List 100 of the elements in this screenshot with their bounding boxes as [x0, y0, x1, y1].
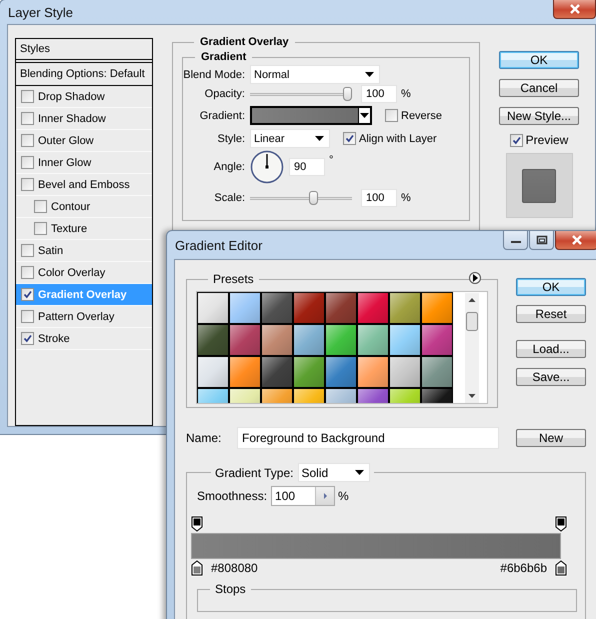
- unit-label: %: [401, 88, 411, 100]
- dialog-button[interactable]: New Style...: [499, 107, 579, 125]
- gradient-swatch[interactable]: [422, 293, 452, 323]
- name-field[interactable]: Foreground to Background: [237, 427, 499, 449]
- blend-mode-dropdown[interactable]: Normal: [250, 65, 380, 84]
- style-list-item[interactable]: Pattern Overlay: [16, 306, 152, 328]
- gradient-swatch[interactable]: [230, 325, 260, 355]
- field-label: Opacity:: [204, 88, 245, 100]
- arrow-icon: [322, 493, 328, 499]
- gradient-swatch[interactable]: [358, 357, 388, 387]
- checkbox[interactable]: [21, 156, 34, 169]
- opacity-stop[interactable]: [555, 516, 567, 532]
- style-list-item[interactable]: Texture: [16, 218, 152, 240]
- dropdown-arrow-icon: [365, 72, 374, 77]
- dialog-button[interactable]: Load...: [516, 340, 586, 358]
- checkbox[interactable]: [21, 112, 34, 125]
- gradient-swatch[interactable]: [422, 357, 452, 387]
- menu-button[interactable]: [469, 272, 481, 284]
- angle-dial[interactable]: [250, 150, 284, 184]
- stepper-button[interactable]: [315, 487, 334, 505]
- color-stop[interactable]: [555, 560, 567, 576]
- scale-field[interactable]: 100: [361, 189, 397, 207]
- gradient-type-dropdown[interactable]: Solid: [298, 463, 370, 482]
- dropdown-arrow-icon: [354, 470, 364, 475]
- style-list-item[interactable]: Contour: [16, 196, 152, 218]
- gradient-swatch[interactable]: [390, 357, 420, 387]
- style-list-item[interactable]: Drop Shadow: [16, 86, 152, 108]
- minimize-button[interactable]: [503, 231, 528, 250]
- gradient-swatch[interactable]: [390, 325, 420, 355]
- style-list-item[interactable]: Stroke: [16, 328, 152, 350]
- smoothness-field[interactable]: 100: [271, 486, 336, 506]
- gradient-swatch[interactable]: [262, 293, 292, 323]
- checkbox[interactable]: [34, 200, 47, 213]
- gradient-swatch[interactable]: [294, 293, 324, 323]
- checkbox[interactable]: [34, 222, 47, 235]
- maximize-icon: [536, 235, 548, 245]
- gradient-swatch[interactable]: [198, 357, 228, 387]
- opacity-field[interactable]: 100: [361, 85, 397, 103]
- maximize-button[interactable]: [529, 231, 554, 250]
- style-list-item[interactable]: Outer Glow: [16, 130, 152, 152]
- style-list-item[interactable]: Satin: [16, 240, 152, 262]
- gradient-swatch[interactable]: [326, 293, 356, 323]
- scrollbar[interactable]: [465, 293, 479, 403]
- gradient-swatch[interactable]: [326, 357, 356, 387]
- field-label: Gradient:: [198, 110, 245, 122]
- checkbox-label: Preview: [526, 133, 568, 147]
- checkbox[interactable]: [21, 178, 34, 191]
- gradient-swatch[interactable]: [262, 325, 292, 355]
- style-list-item[interactable]: Bevel and Emboss: [16, 174, 152, 196]
- new-button[interactable]: New: [516, 429, 586, 447]
- gradient-swatch[interactable]: [390, 293, 420, 323]
- angle-field[interactable]: 90: [289, 158, 325, 176]
- checkbox[interactable]: [21, 332, 34, 345]
- gradient-swatch[interactable]: [230, 357, 260, 387]
- gradient-swatch[interactable]: [358, 293, 388, 323]
- close-button[interactable]: [553, 0, 596, 19]
- dialog-button[interactable]: Reset: [516, 305, 586, 323]
- style-dropdown[interactable]: Linear: [250, 129, 330, 148]
- dialog-button[interactable]: OK: [516, 278, 586, 296]
- dialog-button[interactable]: Save...: [516, 368, 586, 386]
- gradient-swatch[interactable]: [294, 325, 324, 355]
- group-title: Stops: [214, 582, 247, 596]
- dropdown-arrow-icon: [360, 113, 369, 118]
- dialog-button[interactable]: OK: [499, 51, 579, 69]
- checkbox[interactable]: [385, 109, 398, 122]
- gradient-swatch[interactable]: [230, 293, 260, 323]
- close-button[interactable]: [555, 231, 596, 250]
- dialog-button[interactable]: Cancel: [499, 79, 579, 97]
- gradient-swatch[interactable]: [358, 325, 388, 355]
- list-header: Styles: [16, 39, 152, 63]
- gradient-picker[interactable]: [250, 106, 372, 125]
- style-list-item[interactable]: Inner Glow: [16, 152, 152, 174]
- gradient-swatch[interactable]: [262, 357, 292, 387]
- slider-thumb[interactable]: [308, 191, 318, 205]
- checkbox[interactable]: [21, 310, 34, 323]
- field-label: Style:: [216, 132, 245, 144]
- slider-thumb[interactable]: [343, 87, 352, 101]
- checkbox[interactable]: [21, 134, 34, 147]
- group-title: Presets: [212, 272, 255, 286]
- checkbox[interactable]: [21, 266, 34, 279]
- field-label: Gradient Type:: [215, 466, 294, 480]
- preview-square: [522, 168, 556, 202]
- checkbox[interactable]: [21, 288, 34, 301]
- gradient-swatch[interactable]: [422, 325, 452, 355]
- style-list-item[interactable]: Blending Options: Default: [16, 63, 152, 86]
- unit-label: %: [338, 489, 349, 503]
- style-list-item[interactable]: Inner Shadow: [16, 108, 152, 130]
- opacity-stop[interactable]: [191, 516, 203, 532]
- color-value: #6b6b6b: [500, 561, 547, 576]
- checkbox[interactable]: [21, 244, 34, 257]
- gradient-swatch[interactable]: [294, 357, 324, 387]
- field-label: Angle:: [212, 161, 245, 173]
- gradient-swatch[interactable]: [326, 325, 356, 355]
- unit-label: °: [329, 154, 334, 166]
- checkbox[interactable]: [510, 134, 523, 146]
- gradient-swatch[interactable]: [198, 293, 228, 323]
- checkbox[interactable]: [343, 132, 356, 145]
- gradient-swatch[interactable]: [198, 325, 228, 355]
- checkbox[interactable]: [21, 90, 34, 103]
- color-stop[interactable]: [191, 560, 203, 576]
